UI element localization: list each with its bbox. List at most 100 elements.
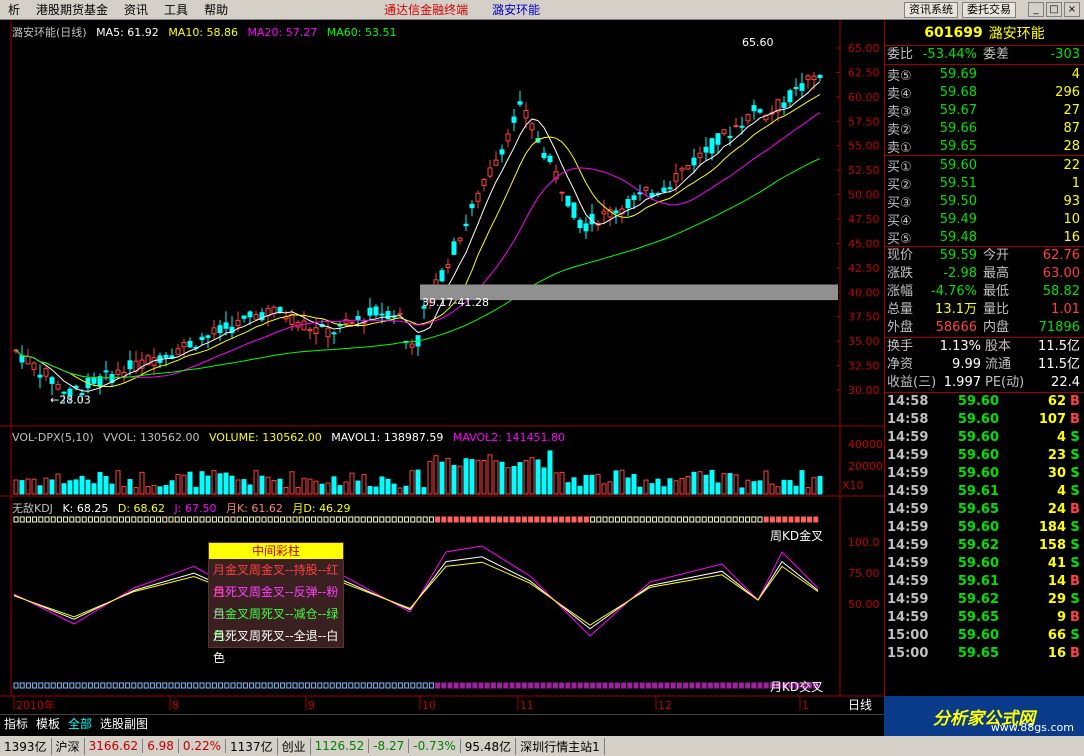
high-annotation: 65.60 xyxy=(742,36,774,49)
buy-row[interactable]: 买④ 59.49 10 xyxy=(885,210,1084,229)
kdj-top-marker xyxy=(32,516,38,523)
sell-row[interactable]: 卖③ 59.67 27 xyxy=(885,101,1084,120)
buy-label: 买④ xyxy=(887,213,912,229)
kdj-bottom-marker xyxy=(652,682,658,689)
candle-body xyxy=(511,116,517,123)
kdj-top-marker xyxy=(311,516,317,523)
tick-row[interactable]: 14:59 59.60 23 S xyxy=(885,447,1084,465)
sell-row[interactable]: 卖④ 59.68 296 xyxy=(885,83,1084,102)
stat-value: -2.98 xyxy=(943,266,977,281)
kdj-bottom-marker xyxy=(32,682,38,689)
candle-body xyxy=(373,306,379,316)
volume-bar xyxy=(475,459,481,495)
tab-stock-chart[interactable]: 选股副图 xyxy=(96,715,152,732)
price-tick-label: 40.00 xyxy=(848,286,880,299)
volume-bar xyxy=(373,486,379,495)
tick-row[interactable]: 14:59 59.60 4 S xyxy=(885,429,1084,447)
volume-bar xyxy=(355,480,361,495)
info-box-title: 中间彩柱 xyxy=(209,543,343,559)
volume-bar xyxy=(223,472,229,495)
volume-bar xyxy=(793,485,799,495)
info-system-button[interactable]: 资讯系统 xyxy=(904,2,958,18)
sell-volume: 296 xyxy=(1055,84,1080,100)
stock-name: 潞安环能 xyxy=(988,25,1045,42)
tick-row[interactable]: 14:59 59.60 41 S xyxy=(885,555,1084,573)
tick-row[interactable]: 14:59 59.60 30 S xyxy=(885,465,1084,483)
candle-body xyxy=(379,313,385,316)
chart-area[interactable]: 65.00 62.50 60.00 57.50 55.00 52.50 50.00 47.50… xyxy=(0,20,884,714)
kdj-bottom-marker xyxy=(199,682,205,689)
kdj-top-marker xyxy=(292,516,298,523)
tick-row[interactable]: 14:59 59.60 184 S xyxy=(885,519,1084,537)
menu-item-hk-futures[interactable]: 港股期货基金 xyxy=(28,1,116,18)
price-tick-label: 35.00 xyxy=(848,335,880,348)
tick-row[interactable]: 14:58 59.60 62 B xyxy=(885,393,1084,411)
minimize-icon[interactable]: _ xyxy=(1028,2,1044,17)
tick-volume: 29 xyxy=(1047,592,1066,607)
volume-bar xyxy=(631,473,637,495)
buy-row[interactable]: 买② 59.51 1 xyxy=(885,174,1084,193)
volume-bar xyxy=(517,462,523,495)
tick-row[interactable]: 14:59 59.61 14 B xyxy=(885,573,1084,591)
sell-row[interactable]: 卖⑤ 59.69 4 xyxy=(885,65,1084,84)
tick-row[interactable]: 15:00 59.65 16 B xyxy=(885,645,1084,663)
menu-item-tools[interactable]: 工具 xyxy=(156,1,196,18)
buy-price: 59.60 xyxy=(939,157,977,173)
volume-bar xyxy=(91,483,97,495)
tab-all[interactable]: 全部 xyxy=(64,715,96,732)
weibi-label: 委比 xyxy=(887,47,914,62)
maximize-icon[interactable]: □ xyxy=(1046,2,1062,17)
tick-list[interactable]: 14:58 59.60 62 B 14:58 59.60 107 B 14:59 59.60 4 S 1… xyxy=(885,393,1084,663)
candle-body xyxy=(289,313,295,325)
stat-value: 13.1万 xyxy=(935,302,977,317)
trade-button[interactable]: 委托交易 xyxy=(962,2,1016,18)
buy-row[interactable]: 买⑤ 59.48 16 xyxy=(885,228,1084,247)
tick-row[interactable]: 14:58 59.60 107 B xyxy=(885,411,1084,429)
tick-row[interactable]: 14:59 59.62 29 S xyxy=(885,591,1084,609)
sell-row[interactable]: 卖① 59.65 28 xyxy=(885,137,1084,156)
kdj-bottom-marker xyxy=(738,682,744,689)
stat-value: 9.99 xyxy=(952,357,981,372)
menu-item-info[interactable]: 资讯 xyxy=(116,1,156,18)
kdj-bottom-marker xyxy=(701,682,707,689)
kdj-bottom-marker xyxy=(50,682,56,689)
volume-bar xyxy=(637,486,643,495)
kdj-top-marker xyxy=(478,516,484,523)
tick-row[interactable]: 14:59 59.61 4 S xyxy=(885,483,1084,501)
volume-bar xyxy=(571,477,577,495)
kdj-bottom-marker xyxy=(689,682,695,689)
candle-body xyxy=(805,75,811,81)
tick-row[interactable]: 14:59 59.62 158 S xyxy=(885,537,1084,555)
candle-body xyxy=(481,178,487,186)
menu-item-analysis[interactable]: 析 xyxy=(0,1,28,18)
tick-volume: 9 xyxy=(1056,610,1066,625)
kdj-bottom-marker xyxy=(118,682,124,689)
candle-body xyxy=(523,109,529,119)
volume-bar xyxy=(43,477,49,495)
price-legend: 潞安环能(日线) MA5: 61.92 MA10: 58.86 MA20: 57… xyxy=(12,24,402,40)
close-icon[interactable]: × xyxy=(1064,2,1080,17)
menu-item-help[interactable]: 帮助 xyxy=(196,1,236,18)
candle-body xyxy=(745,114,751,122)
candle-body xyxy=(781,102,787,108)
tick-row[interactable]: 15:00 59.60 66 S xyxy=(885,627,1084,645)
sell-price: 59.69 xyxy=(939,66,977,82)
volume-bar xyxy=(265,476,271,495)
stat-value: 63.00 xyxy=(1042,266,1080,281)
kdj-bottom-marker xyxy=(614,682,620,689)
tab-indicator[interactable]: 指标 xyxy=(0,715,32,732)
volume-bar xyxy=(85,479,91,495)
x-tick-label: 11 xyxy=(520,699,534,712)
stat-value: 1.01 xyxy=(1051,302,1080,317)
volume-bar xyxy=(667,478,673,495)
sell-row[interactable]: 卖② 59.66 87 xyxy=(885,119,1084,138)
kdj-top-marker xyxy=(559,516,565,523)
tick-time: 14:59 xyxy=(887,556,929,571)
buy-row[interactable]: 买③ 59.50 93 xyxy=(885,192,1084,211)
buy-row[interactable]: 买① 59.60 22 xyxy=(885,156,1084,175)
kline-chart[interactable]: 65.00 62.50 60.00 57.50 55.00 52.50 50.00 47.50… xyxy=(0,20,884,714)
tick-row[interactable]: 14:59 59.65 9 B xyxy=(885,609,1084,627)
tab-template[interactable]: 模板 xyxy=(32,715,64,732)
tick-row[interactable]: 14:59 59.65 24 B xyxy=(885,501,1084,519)
buy-book: 买① 59.60 22 买② 59.51 1 买③ 59.50 93 买④ 59.49 10 买⑤ 59.… xyxy=(885,156,1084,247)
